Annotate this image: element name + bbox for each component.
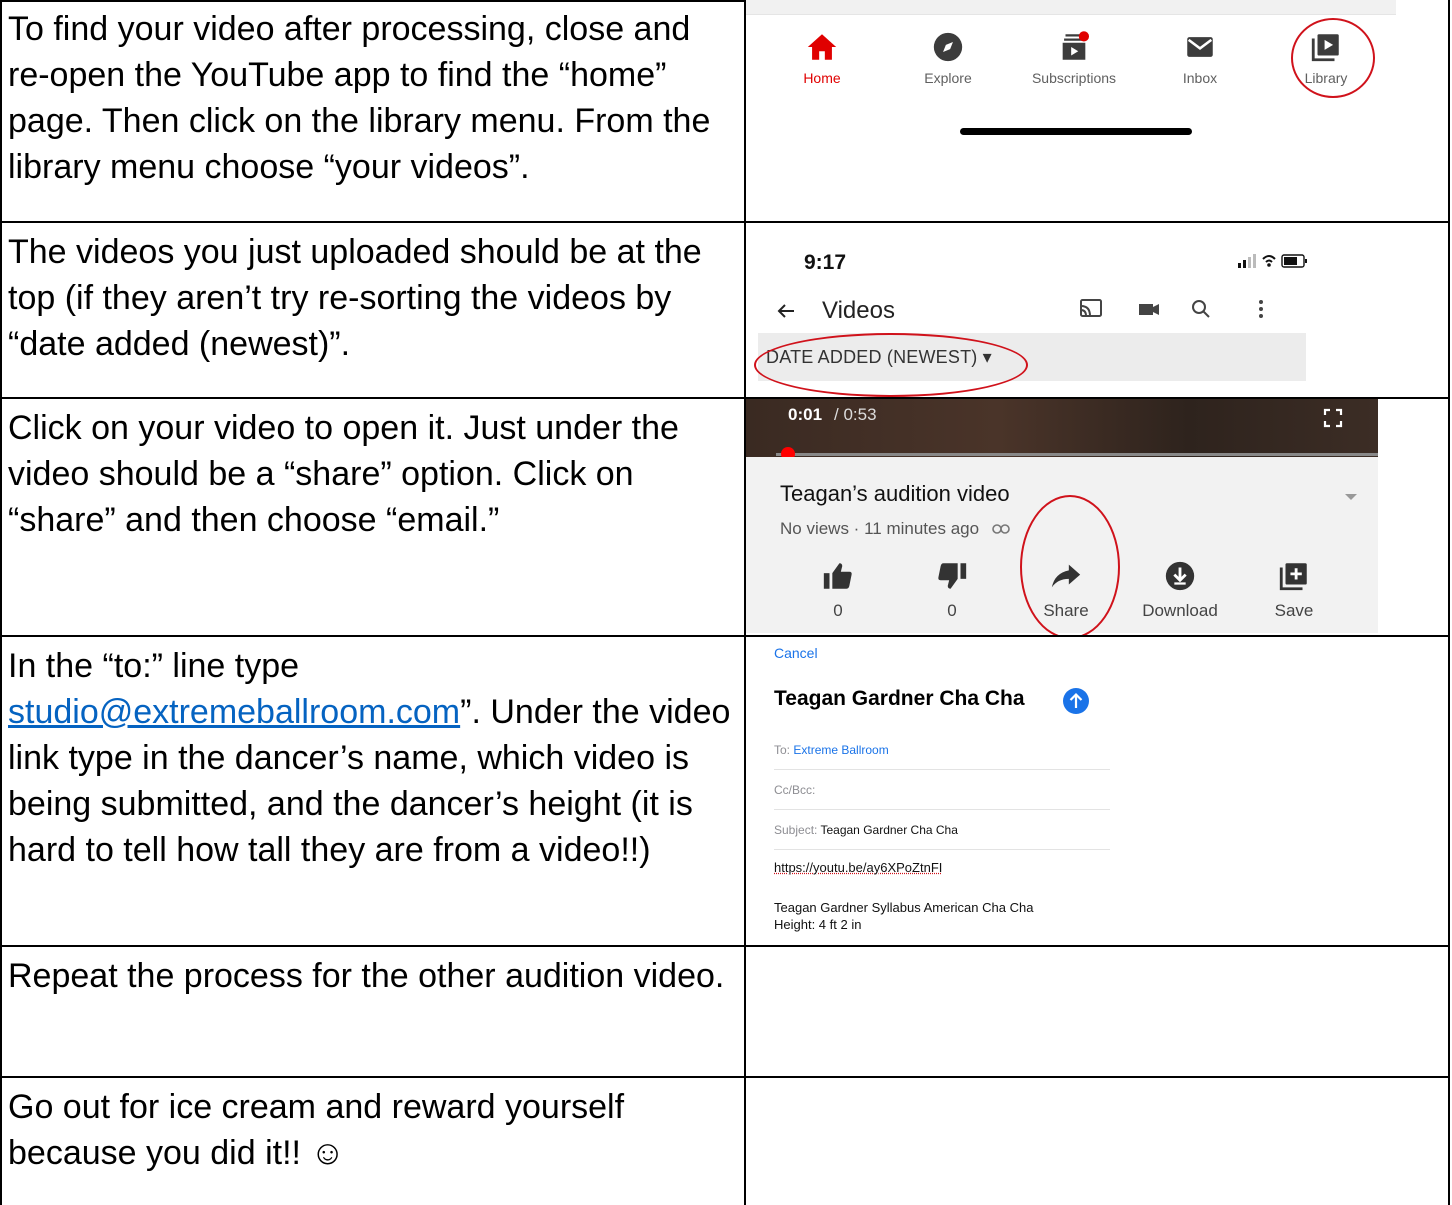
body-line: Teagan Gardner Syllabus American Cha Cha <box>774 900 1034 915</box>
subscriptions-icon <box>1057 30 1091 64</box>
table-row: The videos you just uploaded should be a… <box>0 223 1450 399</box>
nav-top-bar <box>746 0 1396 15</box>
save-button[interactable]: Save <box>1244 559 1344 621</box>
like-button[interactable]: 0 <box>788 559 888 621</box>
table-row: To find your video after processing, clo… <box>0 0 1450 223</box>
video-url[interactable]: https://youtu.be/ay6XPoZtnFI <box>774 859 942 876</box>
to-field[interactable]: To: Extreme Ballroom <box>774 743 889 757</box>
save-label: Save <box>1274 601 1314 620</box>
chevron-down-icon[interactable] <box>1344 489 1358 507</box>
dislike-button[interactable]: 0 <box>902 559 1002 621</box>
to-recipient[interactable]: Extreme Ballroom <box>793 743 888 757</box>
send-icon[interactable] <box>1062 687 1090 720</box>
email-compose-screenshot: Cancel Teagan Gardner Cha Cha To: Extrem… <box>746 637 1450 945</box>
table-top-border <box>0 0 746 2</box>
save-icon <box>1277 559 1311 593</box>
cancel-button[interactable]: Cancel <box>774 645 818 661</box>
status-icons <box>1236 251 1308 276</box>
progress-track[interactable] <box>776 453 1378 456</box>
back-arrow-icon[interactable] <box>776 297 796 328</box>
video-title[interactable]: Teagan’s audition video <box>780 481 1010 507</box>
status-time: 9:17 <box>804 251 847 274</box>
compass-icon <box>931 30 965 64</box>
divider <box>774 769 1110 770</box>
to-label: To: <box>774 743 791 757</box>
table-row: Repeat the process for the other auditio… <box>0 947 1450 1078</box>
subject-label: Subject: <box>774 823 818 837</box>
signal-wifi-battery-icon <box>1238 254 1307 268</box>
subject-value: Teagan Gardner Cha Cha <box>820 823 958 837</box>
highlight-circle <box>754 333 1028 397</box>
video-meta: No views · 11 minutes ago <box>780 519 1010 540</box>
subject-field[interactable]: Subject: Teagan Gardner Cha Cha <box>774 823 958 837</box>
nav-item-explore[interactable]: Explore <box>878 30 1018 86</box>
video-meta-text: No views · 11 minutes ago <box>780 519 980 538</box>
step-text: In the “to:” line type studio@extremebal… <box>8 643 738 873</box>
home-icon <box>805 30 839 64</box>
nav-label: Inbox <box>1182 70 1218 86</box>
step-text: To find your video after processing, clo… <box>8 10 711 186</box>
highlight-circle <box>1291 18 1375 98</box>
more-vert-icon[interactable] <box>1256 297 1266 326</box>
cc-label: Cc/Bcc: <box>774 783 816 797</box>
highlight-circle <box>1020 495 1120 635</box>
step-text-part: In the “to:” line type <box>8 647 300 685</box>
mail-icon <box>1183 30 1217 64</box>
table-row: Click on your video to open it. Just und… <box>0 399 1450 637</box>
current-time: 0:01 <box>788 405 823 424</box>
email-subject-title: Teagan Gardner Cha Cha <box>774 687 1025 710</box>
step-text: Repeat the process for the other auditio… <box>8 957 725 995</box>
step-text: The videos you just uploaded should be a… <box>8 233 702 363</box>
dislike-count: 0 <box>947 601 957 620</box>
step-text: Go out for ice cream and reward yourself… <box>8 1088 625 1172</box>
fullscreen-icon[interactable] <box>1322 407 1344 434</box>
cast-icon[interactable] <box>1078 297 1104 326</box>
camera-icon[interactable] <box>1136 297 1162 326</box>
thumbs-up-icon <box>821 559 855 593</box>
nav-label: Subscriptions <box>1031 70 1117 86</box>
nav-label: Home <box>803 70 841 86</box>
nav-item-home[interactable]: Home <box>752 30 892 86</box>
home-indicator <box>960 128 1192 135</box>
email-body[interactable]: https://youtu.be/ay6XPoZtnFI <box>774 859 942 876</box>
thumbs-down-icon <box>935 559 969 593</box>
page-title: Videos <box>822 297 895 324</box>
studio-email-link[interactable]: studio@extremeballroom.com <box>8 693 460 731</box>
like-count: 0 <box>833 601 843 620</box>
search-icon[interactable] <box>1188 297 1214 326</box>
email-body-text: Teagan Gardner Syllabus American Cha Cha… <box>774 899 1033 933</box>
nav-label: Explore <box>924 70 972 86</box>
video-player-screenshot: 0:01 / 0:53 Teagan’s audition video No v… <box>746 399 1450 635</box>
table-row: In the “to:” line type studio@extremebal… <box>0 637 1450 947</box>
divider <box>774 809 1110 810</box>
column-divider <box>744 0 746 1205</box>
videos-screen-screenshot: 9:17 Videos DATE ADDED (NEWEST) ▾ <box>746 223 1450 397</box>
instructions-table: To find your video after processing, clo… <box>0 0 1450 1205</box>
body-line: Height: 4 ft 2 in <box>774 917 862 932</box>
youtube-nav-screenshot: Home Explore Subscriptions Inbox Library <box>746 0 1450 221</box>
nav-item-inbox[interactable]: Inbox <box>1130 30 1270 86</box>
step-text: Click on your video to open it. Just und… <box>8 409 679 539</box>
download-button[interactable]: Download <box>1130 559 1230 621</box>
link-icon <box>991 520 1010 540</box>
total-time: / 0:53 <box>834 405 877 424</box>
download-icon <box>1163 559 1197 593</box>
download-label: Download <box>1142 601 1218 620</box>
table-right-border <box>1448 0 1450 1205</box>
divider <box>774 849 1110 850</box>
table-row: Go out for ice cream and reward yourself… <box>0 1078 1450 1205</box>
table-left-border <box>0 0 2 1205</box>
nav-item-subscriptions[interactable]: Subscriptions <box>1004 30 1144 86</box>
cc-field[interactable]: Cc/Bcc: <box>774 783 815 797</box>
